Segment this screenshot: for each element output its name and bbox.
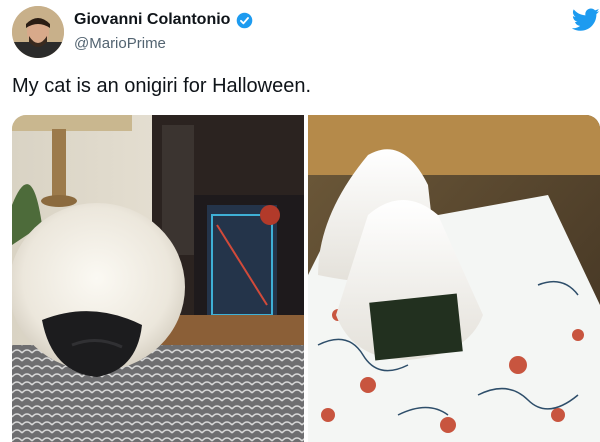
white-cat-onigiri-costume-photo[interactable] <box>12 115 304 442</box>
author-name-row[interactable]: Giovanni Colantonio <box>74 11 253 29</box>
verified-badge-icon <box>236 12 253 29</box>
avatar[interactable] <box>12 6 64 58</box>
tweet-header: Giovanni Colantonio @MarioPrime <box>0 0 600 70</box>
twitter-bird-icon[interactable] <box>572 8 600 32</box>
author-name[interactable]: Giovanni Colantonio <box>74 11 230 29</box>
tweet-media[interactable] <box>12 115 600 442</box>
onigiri-rice-balls-plate-photo[interactable] <box>308 115 600 442</box>
tweet-text: My cat is an onigiri for Halloween. <box>12 75 312 97</box>
author-handle[interactable]: @MarioPrime <box>74 35 166 52</box>
